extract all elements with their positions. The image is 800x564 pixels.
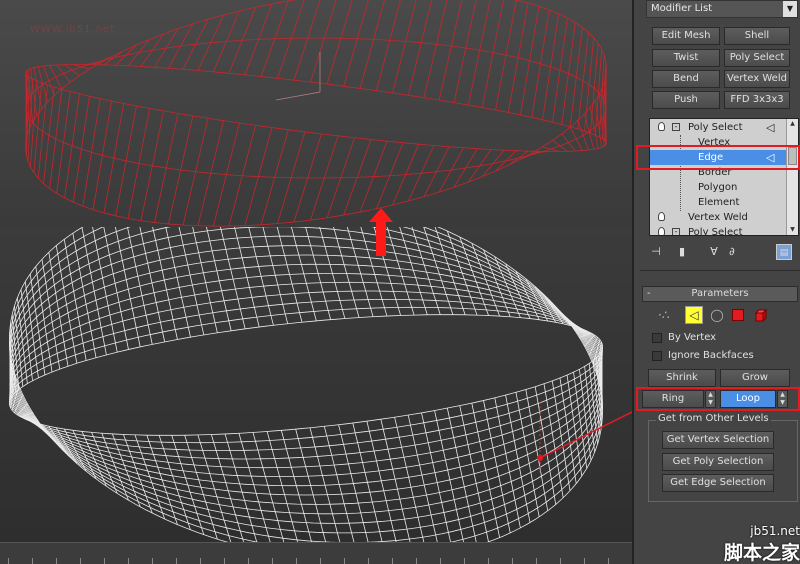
stack-toolbar: ⊣ ▮ ∀ ∂ ▤ <box>648 244 798 262</box>
vertex-level-icon[interactable]: ·∴ <box>658 306 676 324</box>
border-level-icon[interactable]: ◯ <box>708 306 726 324</box>
collapse-icon[interactable]: - <box>672 228 680 235</box>
get-poly-selection-button[interactable]: Get Poly Selection <box>662 453 774 471</box>
pin-stack-icon[interactable]: ⊣ <box>648 244 664 260</box>
viewport-top[interactable]: WWW.jb51.net <box>0 0 632 227</box>
show-end-result-icon[interactable]: ▮ <box>674 244 690 260</box>
element-level-icon[interactable] <box>754 308 768 323</box>
edit-mesh-button[interactable]: Edit Mesh <box>652 27 720 45</box>
parameters-title: Parameters <box>691 288 749 299</box>
mobius-wireframe-red <box>25 0 607 227</box>
ffd-button[interactable]: FFD 3x3x3 <box>724 91 790 109</box>
scroll-up-icon[interactable]: ▲ <box>788 120 797 128</box>
by-vertex-checkbox[interactable] <box>652 333 662 343</box>
edge-highlight-box <box>636 145 800 170</box>
site-watermark: jb51.net 脚本之家 <box>723 524 800 564</box>
edge-level-icon[interactable]: ◁ <box>685 306 703 324</box>
push-button[interactable]: Push <box>652 91 720 109</box>
collapse-icon[interactable]: - <box>647 287 651 301</box>
poly-select-button[interactable]: Poly Select <box>724 49 790 67</box>
shell-button[interactable]: Shell <box>724 27 790 45</box>
bend-button[interactable]: Bend <box>652 70 720 88</box>
lightbulb-icon[interactable] <box>658 227 665 235</box>
twist-button[interactable]: Twist <box>652 49 720 67</box>
ignore-backfaces-checkbox[interactable] <box>652 351 662 361</box>
by-vertex-label: By Vertex <box>668 332 717 343</box>
polygon-level-icon[interactable] <box>732 309 744 321</box>
mobius-wireframe-white <box>9 227 603 542</box>
make-unique-icon[interactable]: ∀ <box>706 244 722 260</box>
ignore-backfaces-label: Ignore Backfaces <box>668 350 754 361</box>
modifier-list-label: Modifier List <box>651 3 713 14</box>
stack-item-element[interactable]: Element <box>650 195 788 210</box>
stack-item-poly-select[interactable]: - Poly Select ◁ <box>650 120 788 135</box>
collapse-icon[interactable]: - <box>672 123 680 131</box>
lightbulb-icon[interactable] <box>658 122 665 131</box>
get-from-other-levels-title: Get from Other Levels <box>656 413 771 424</box>
modifier-list-dropdown[interactable]: Modifier List ▼ <box>646 0 798 18</box>
scroll-down-icon[interactable]: ▼ <box>788 226 797 234</box>
get-edge-selection-button[interactable]: Get Edge Selection <box>662 474 774 492</box>
lightbulb-icon[interactable] <box>658 212 665 221</box>
get-vertex-selection-button[interactable]: Get Vertex Selection <box>662 431 774 449</box>
poly-select-icon: ◁ <box>766 121 775 134</box>
stack-scrollbar[interactable]: ▲ ▼ <box>786 119 798 235</box>
remove-modifier-icon[interactable]: ∂ <box>724 244 740 260</box>
chevron-down-icon[interactable]: ▼ <box>783 1 797 17</box>
modifier-stack[interactable]: - Poly Select ◁ Vertex Edge ◁ Border Pol… <box>649 118 799 236</box>
configure-sets-icon[interactable]: ▤ <box>776 244 792 260</box>
up-arrow-icon <box>369 208 393 256</box>
stack-item-vertex-weld[interactable]: Vertex Weld <box>650 210 788 225</box>
grow-button[interactable]: Grow <box>720 369 790 387</box>
vertex-weld-button[interactable]: Vertex Weld <box>724 70 790 88</box>
parameters-rollout-header[interactable]: - Parameters <box>642 286 798 302</box>
stack-item-polygon[interactable]: Polygon <box>650 180 788 195</box>
timeline-ruler[interactable] <box>0 542 632 564</box>
command-panel: Modifier List ▼ Edit Mesh Shell Twist Po… <box>632 0 800 564</box>
shrink-button[interactable]: Shrink <box>648 369 716 387</box>
viewport-bottom[interactable] <box>0 227 632 542</box>
stack-item-poly-select-2[interactable]: - Poly Select <box>650 225 788 235</box>
loop-highlight-box <box>636 387 800 411</box>
